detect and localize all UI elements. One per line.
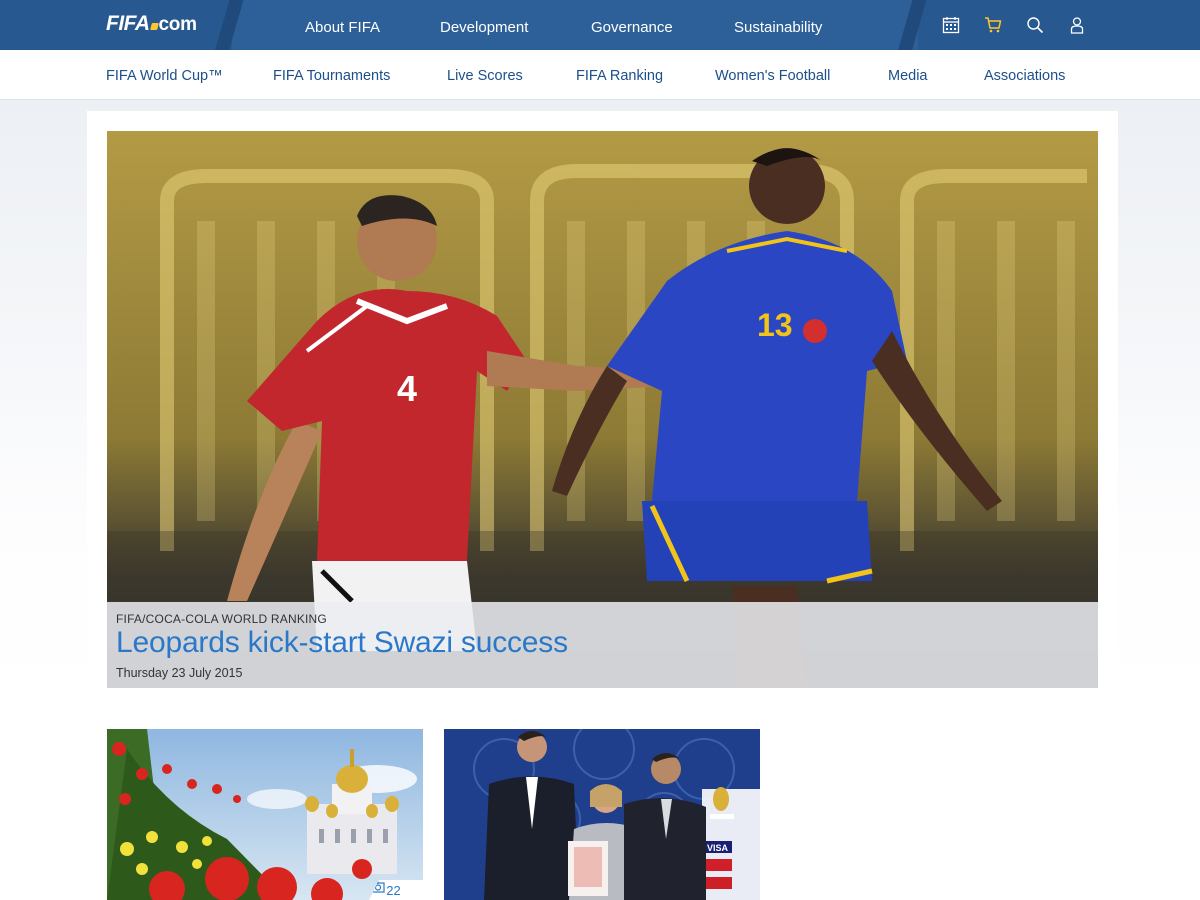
main-nav-about-fifa[interactable]: About FIFA: [305, 19, 380, 36]
player-right-number: 13: [757, 307, 793, 343]
subnav-associations[interactable]: Associations: [984, 68, 1065, 84]
hero-headline[interactable]: Leopards kick-start Swazi success: [116, 626, 568, 660]
hero-kicker: FIFA/COCA-COLA WORLD RANKING: [116, 612, 327, 626]
main-nav-development[interactable]: Development: [440, 19, 528, 36]
cathedral-image: [107, 729, 423, 900]
logo-suffix: com: [158, 14, 197, 35]
photo-count: 22: [386, 882, 401, 898]
sponsor-badge-text: VISA: [707, 843, 729, 853]
main-nav-governance[interactable]: Governance: [591, 19, 673, 36]
user-icon[interactable]: [1066, 14, 1088, 36]
player-left-number: 4: [397, 368, 417, 409]
subnav-fifa-world-cup[interactable]: FIFA World Cup™: [106, 68, 223, 84]
top-bar: FIFA com About FIFA Development Governan…: [0, 0, 1200, 50]
fifa-logo[interactable]: FIFA com: [106, 12, 197, 38]
subnav-media[interactable]: Media: [888, 68, 928, 84]
logo-dot: [149, 23, 159, 30]
subnav-live-scores[interactable]: Live Scores: [447, 68, 523, 84]
subnav-fifa-ranking[interactable]: FIFA Ranking: [576, 68, 663, 84]
subnav-womens-football[interactable]: Women's Football: [715, 68, 830, 84]
subnav-fifa-tournaments[interactable]: FIFA Tournaments: [273, 68, 390, 84]
calendar-icon[interactable]: [940, 14, 962, 36]
story-card-event[interactable]: VISA: [444, 729, 760, 900]
secondary-nav: FIFA World Cup™ FIFA Tournaments Live Sc…: [0, 50, 1200, 100]
cart-icon[interactable]: [982, 14, 1004, 36]
hero-caption: FIFA/COCA-COLA WORLD RANKING Leopards ki…: [107, 602, 1098, 688]
main-nav-sustainability[interactable]: Sustainability: [734, 19, 822, 36]
hero-date: Thursday 23 July 2015: [116, 666, 243, 680]
event-image: VISA: [444, 729, 760, 900]
logo-wordmark: FIFA: [106, 12, 150, 35]
hero-story[interactable]: 4 13 FIFA/COCA-COLA WORLD RANKING Leopar…: [107, 131, 1098, 688]
story-card-gallery[interactable]: 22: [107, 729, 423, 900]
search-icon[interactable]: [1024, 14, 1046, 36]
